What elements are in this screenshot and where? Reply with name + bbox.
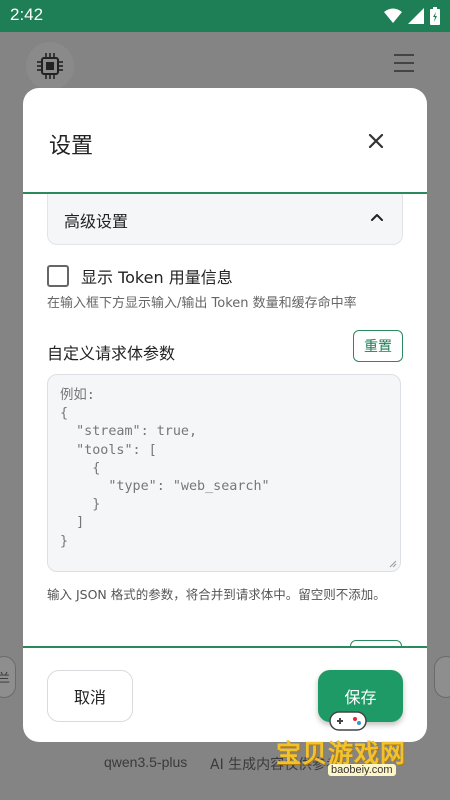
status-icons — [384, 7, 440, 25]
resize-handle-icon[interactable] — [389, 560, 397, 568]
status-time: 2:42 — [10, 5, 44, 24]
model-name: qwen3.5-plus — [104, 754, 188, 770]
reset-button[interactable]: 重置 — [353, 330, 403, 362]
background-partial-button-right — [434, 656, 450, 698]
watermark: 宝贝游戏网 baobeiy.com — [276, 706, 446, 796]
custom-params-label: 自定义请求体参数 — [47, 344, 176, 363]
signal-icon — [408, 8, 424, 24]
menu-icon[interactable] — [394, 54, 414, 78]
status-bar: 2:42 — [0, 0, 450, 32]
modal-header: 设置 — [23, 88, 427, 194]
token-usage-description: 在输入框下方显示输入/输出 Token 数量和缓存命中率 — [47, 296, 357, 311]
wifi-icon — [384, 8, 402, 23]
background-partial-button: 兰 — [0, 656, 16, 698]
close-icon[interactable] — [365, 130, 387, 152]
gamepad-icon — [329, 711, 367, 731]
app-logo — [26, 42, 74, 90]
modal-title: 设置 — [49, 134, 94, 159]
token-usage-label: 显示 Token 用量信息 — [81, 268, 233, 287]
custom-params-description: 输入 JSON 格式的参数，将合并到请求体中。留空则不添加。 — [47, 587, 386, 602]
cancel-button[interactable]: 取消 — [47, 670, 133, 722]
custom-params-textarea[interactable]: 例如: { "stream": true, "tools": [ { "type… — [47, 374, 401, 572]
battery-icon — [430, 7, 440, 25]
partial-reset-button — [350, 640, 402, 648]
token-usage-checkbox[interactable] — [47, 265, 69, 287]
chip-icon — [37, 53, 63, 79]
chevron-up-icon — [371, 214, 383, 221]
background-partial-text: 兰 — [0, 670, 10, 685]
token-usage-option[interactable]: 显示 Token 用量信息 — [47, 264, 233, 288]
advanced-settings-header[interactable]: 高级设置 — [47, 194, 403, 245]
modal-body[interactable]: 高级设置 显示 Token 用量信息 在输入框下方显示输入/输出 Token 数… — [23, 194, 427, 646]
settings-modal: 设置 高级设置 显示 Token 用量信息 在输入框下方显示输入/输出 Toke… — [23, 88, 427, 742]
advanced-settings-title: 高级设置 — [64, 212, 129, 231]
watermark-url: baobeiy.com — [328, 764, 396, 776]
custom-params-placeholder: 例如: { "stream": true, "tools": [ { "type… — [60, 388, 270, 549]
